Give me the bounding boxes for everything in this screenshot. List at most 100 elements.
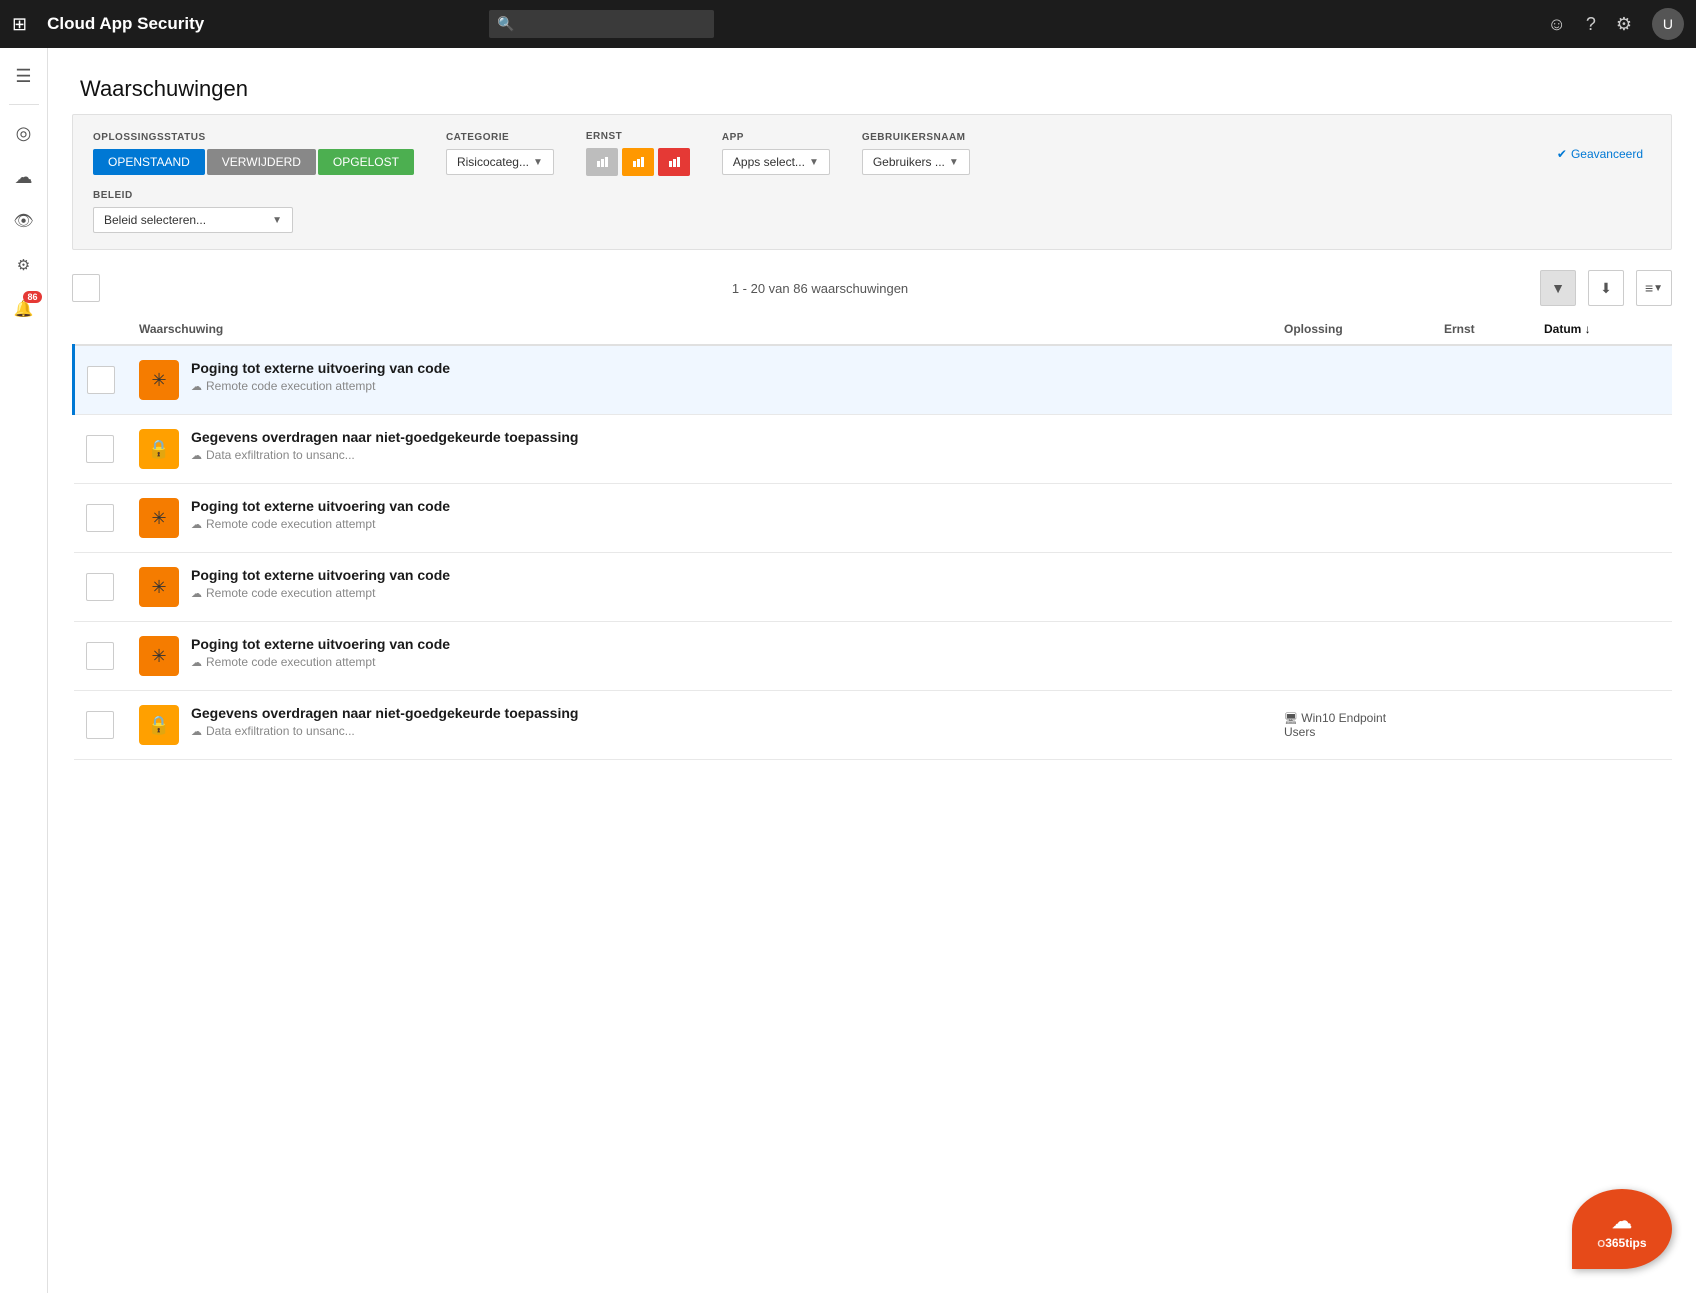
- alert-sub-icon: ☁: [191, 518, 202, 531]
- sidebar-item-controls[interactable]: ⚙: [4, 245, 44, 285]
- emoji-icon[interactable]: ☺: [1547, 14, 1565, 35]
- row-date-cell: [1532, 415, 1672, 484]
- row-severity-cell: [1432, 345, 1532, 415]
- th-checkbox: [74, 314, 128, 345]
- policy-select[interactable]: Beleid selecteren... ▼: [93, 207, 293, 233]
- alert-icon: ✳: [139, 360, 179, 400]
- severity-medium-btn[interactable]: [622, 148, 654, 176]
- table-row[interactable]: 🔒Gegevens overdragen naar niet-goedgekeu…: [74, 415, 1673, 484]
- row-checkbox[interactable]: [86, 573, 114, 601]
- sidebar-item-cloud[interactable]: ☁: [4, 157, 44, 197]
- filter-group-severity: ERNST: [586, 131, 690, 176]
- row-severity-cell: [1432, 691, 1532, 760]
- advanced-button[interactable]: ✔ Geavanceerd: [1549, 143, 1651, 165]
- category-value: Risicocateg...: [457, 155, 529, 169]
- alert-icon: ✳: [139, 636, 179, 676]
- app-select[interactable]: Apps select... ▼: [722, 149, 830, 175]
- data-table: Waarschuwing Oplossing Ernst Datum ↓: [72, 314, 1672, 760]
- alert-sub-icon: ☁: [191, 380, 202, 393]
- filter-bar: OPLOSSINGSSTATUS OPENSTAAND VERWIJDERD O…: [72, 114, 1672, 250]
- severity-low-btn[interactable]: [586, 148, 618, 176]
- row-severity-cell: [1432, 415, 1532, 484]
- controls-icon: ⚙: [17, 256, 30, 274]
- username-select[interactable]: Gebruikers ... ▼: [862, 149, 970, 175]
- table-row[interactable]: ✳Poging tot externe uitvoering van code☁…: [74, 484, 1673, 553]
- sidebar-item-alerts[interactable]: 🔔 86: [4, 289, 44, 329]
- th-datum[interactable]: Datum ↓: [1532, 314, 1672, 345]
- username-value: Gebruikers ...: [873, 155, 945, 169]
- row-date-cell: [1532, 484, 1672, 553]
- search-input[interactable]: [489, 10, 714, 38]
- table-count: 1 - 20 van 86 waarschuwingen: [112, 281, 1528, 296]
- row-solution-cell: [1272, 553, 1432, 622]
- filter-row-2: BELEID Beleid selecteren... ▼: [93, 190, 1651, 233]
- severity-high-btn[interactable]: [658, 148, 690, 176]
- row-checkbox[interactable]: [86, 504, 114, 532]
- th-oplossing[interactable]: Oplossing: [1272, 314, 1432, 345]
- th-waarschuwing[interactable]: Waarschuwing: [127, 314, 1272, 345]
- th-ernst[interactable]: Ernst: [1432, 314, 1532, 345]
- search-icon: 🔍: [497, 16, 514, 33]
- columns-action-btn[interactable]: ≡ ▼: [1636, 270, 1672, 306]
- row-checkbox[interactable]: [86, 642, 114, 670]
- row-checkbox-cell: [74, 484, 128, 553]
- alert-title: Poging tot externe uitvoering van code: [191, 636, 450, 652]
- menu-icon: ☰: [15, 66, 31, 87]
- sidebar-item-menu[interactable]: ☰: [4, 56, 44, 96]
- avatar[interactable]: U: [1652, 8, 1684, 40]
- search-wrap: 🔍: [489, 10, 989, 38]
- row-checkbox-cell: [74, 622, 128, 691]
- help-icon[interactable]: ?: [1586, 14, 1596, 35]
- username-arrow-icon: ▼: [949, 157, 959, 168]
- download-icon: ⬇: [1600, 280, 1612, 297]
- columns-arrow-icon: ▼: [1653, 283, 1663, 294]
- category-select[interactable]: Risicocateg... ▼: [446, 149, 554, 175]
- settings-icon[interactable]: ⚙: [1616, 14, 1632, 35]
- table-row[interactable]: ✳ Poging tot externe uitvoering van code☁…: [74, 622, 1673, 691]
- status-btn-openstaand[interactable]: OPENSTAAND: [93, 149, 205, 175]
- row-checkbox[interactable]: [86, 435, 114, 463]
- row-checkbox[interactable]: [86, 711, 114, 739]
- status-btn-opgelost[interactable]: OPGELOST: [318, 149, 414, 175]
- row-severity-cell: [1432, 484, 1532, 553]
- alert-subtitle: ☁ Data exfiltration to unsanc...: [191, 448, 578, 462]
- download-action-btn[interactable]: ⬇: [1588, 270, 1624, 306]
- advanced-label: Geavanceerd: [1571, 147, 1643, 161]
- row-alert-cell: ✳ Poging tot externe uitvoering van code☁…: [127, 622, 1272, 691]
- alert-icon: ✳: [139, 498, 179, 538]
- sidebar-divider-1: [9, 104, 39, 105]
- status-btn-verwijderd[interactable]: VERWIJDERD: [207, 149, 316, 175]
- row-solution-icon: 🖥: [1284, 713, 1298, 725]
- row-date-cell: [1532, 345, 1672, 415]
- policy-value: Beleid selecteren...: [104, 213, 206, 227]
- row-alert-cell: ✳Poging tot externe uitvoering van code☁…: [127, 484, 1272, 553]
- table-row[interactable]: 🔒Gegevens overdragen naar niet-goedgekeu…: [74, 691, 1673, 760]
- alert-icon: 🔒: [139, 429, 179, 469]
- sidebar-item-dashboard[interactable]: ◎: [4, 113, 44, 153]
- table-row[interactable]: ✳Poging tot externe uitvoering van code☁…: [74, 345, 1673, 415]
- filter-row-1: OPLOSSINGSSTATUS OPENSTAAND VERWIJDERD O…: [93, 131, 1651, 176]
- select-all-checkbox[interactable]: [72, 274, 100, 302]
- alert-main: ✳Poging tot externe uitvoering van code☁…: [139, 360, 1260, 400]
- page-header: Waarschuwingen: [48, 48, 1696, 114]
- alert-title: Gegevens overdragen naar niet-goedgekeur…: [191, 705, 578, 721]
- filter-group-category: CATEGORIE Risicocateg... ▼: [446, 132, 554, 175]
- alert-sub-icon: ☁: [191, 725, 202, 738]
- grid-icon[interactable]: ⊞: [12, 14, 27, 35]
- topnav: ⊞ Cloud App Security 🔍 ☺ ? ⚙ U: [0, 0, 1696, 48]
- row-checkbox[interactable]: [87, 366, 115, 394]
- app-title: Cloud App Security: [47, 14, 204, 34]
- row-alert-cell: ✳Poging tot externe uitvoering van code☁…: [127, 345, 1272, 415]
- sidebar: ☰ ◎ ☁ 👁 ⚙ 🔔 86: [0, 48, 48, 1293]
- table-row[interactable]: ✳Poging tot externe uitvoering van code☁…: [74, 553, 1673, 622]
- row-alert-cell: 🔒Gegevens overdragen naar niet-goedgekeu…: [127, 691, 1272, 760]
- filter-action-btn[interactable]: ▼: [1540, 270, 1576, 306]
- alert-text-wrap: Poging tot externe uitvoering van code☁ …: [191, 636, 450, 669]
- alert-icon: ✳: [139, 567, 179, 607]
- row-solution-cell: [1272, 622, 1432, 691]
- dashboard-icon: ◎: [16, 123, 32, 144]
- sidebar-item-activity[interactable]: 👁: [4, 201, 44, 241]
- alert-main: 🔒Gegevens overdragen naar niet-goedgekeu…: [139, 705, 1260, 745]
- row-date-cell: [1532, 553, 1672, 622]
- watermark[interactable]: ☁ O365tips: [1572, 1189, 1672, 1269]
